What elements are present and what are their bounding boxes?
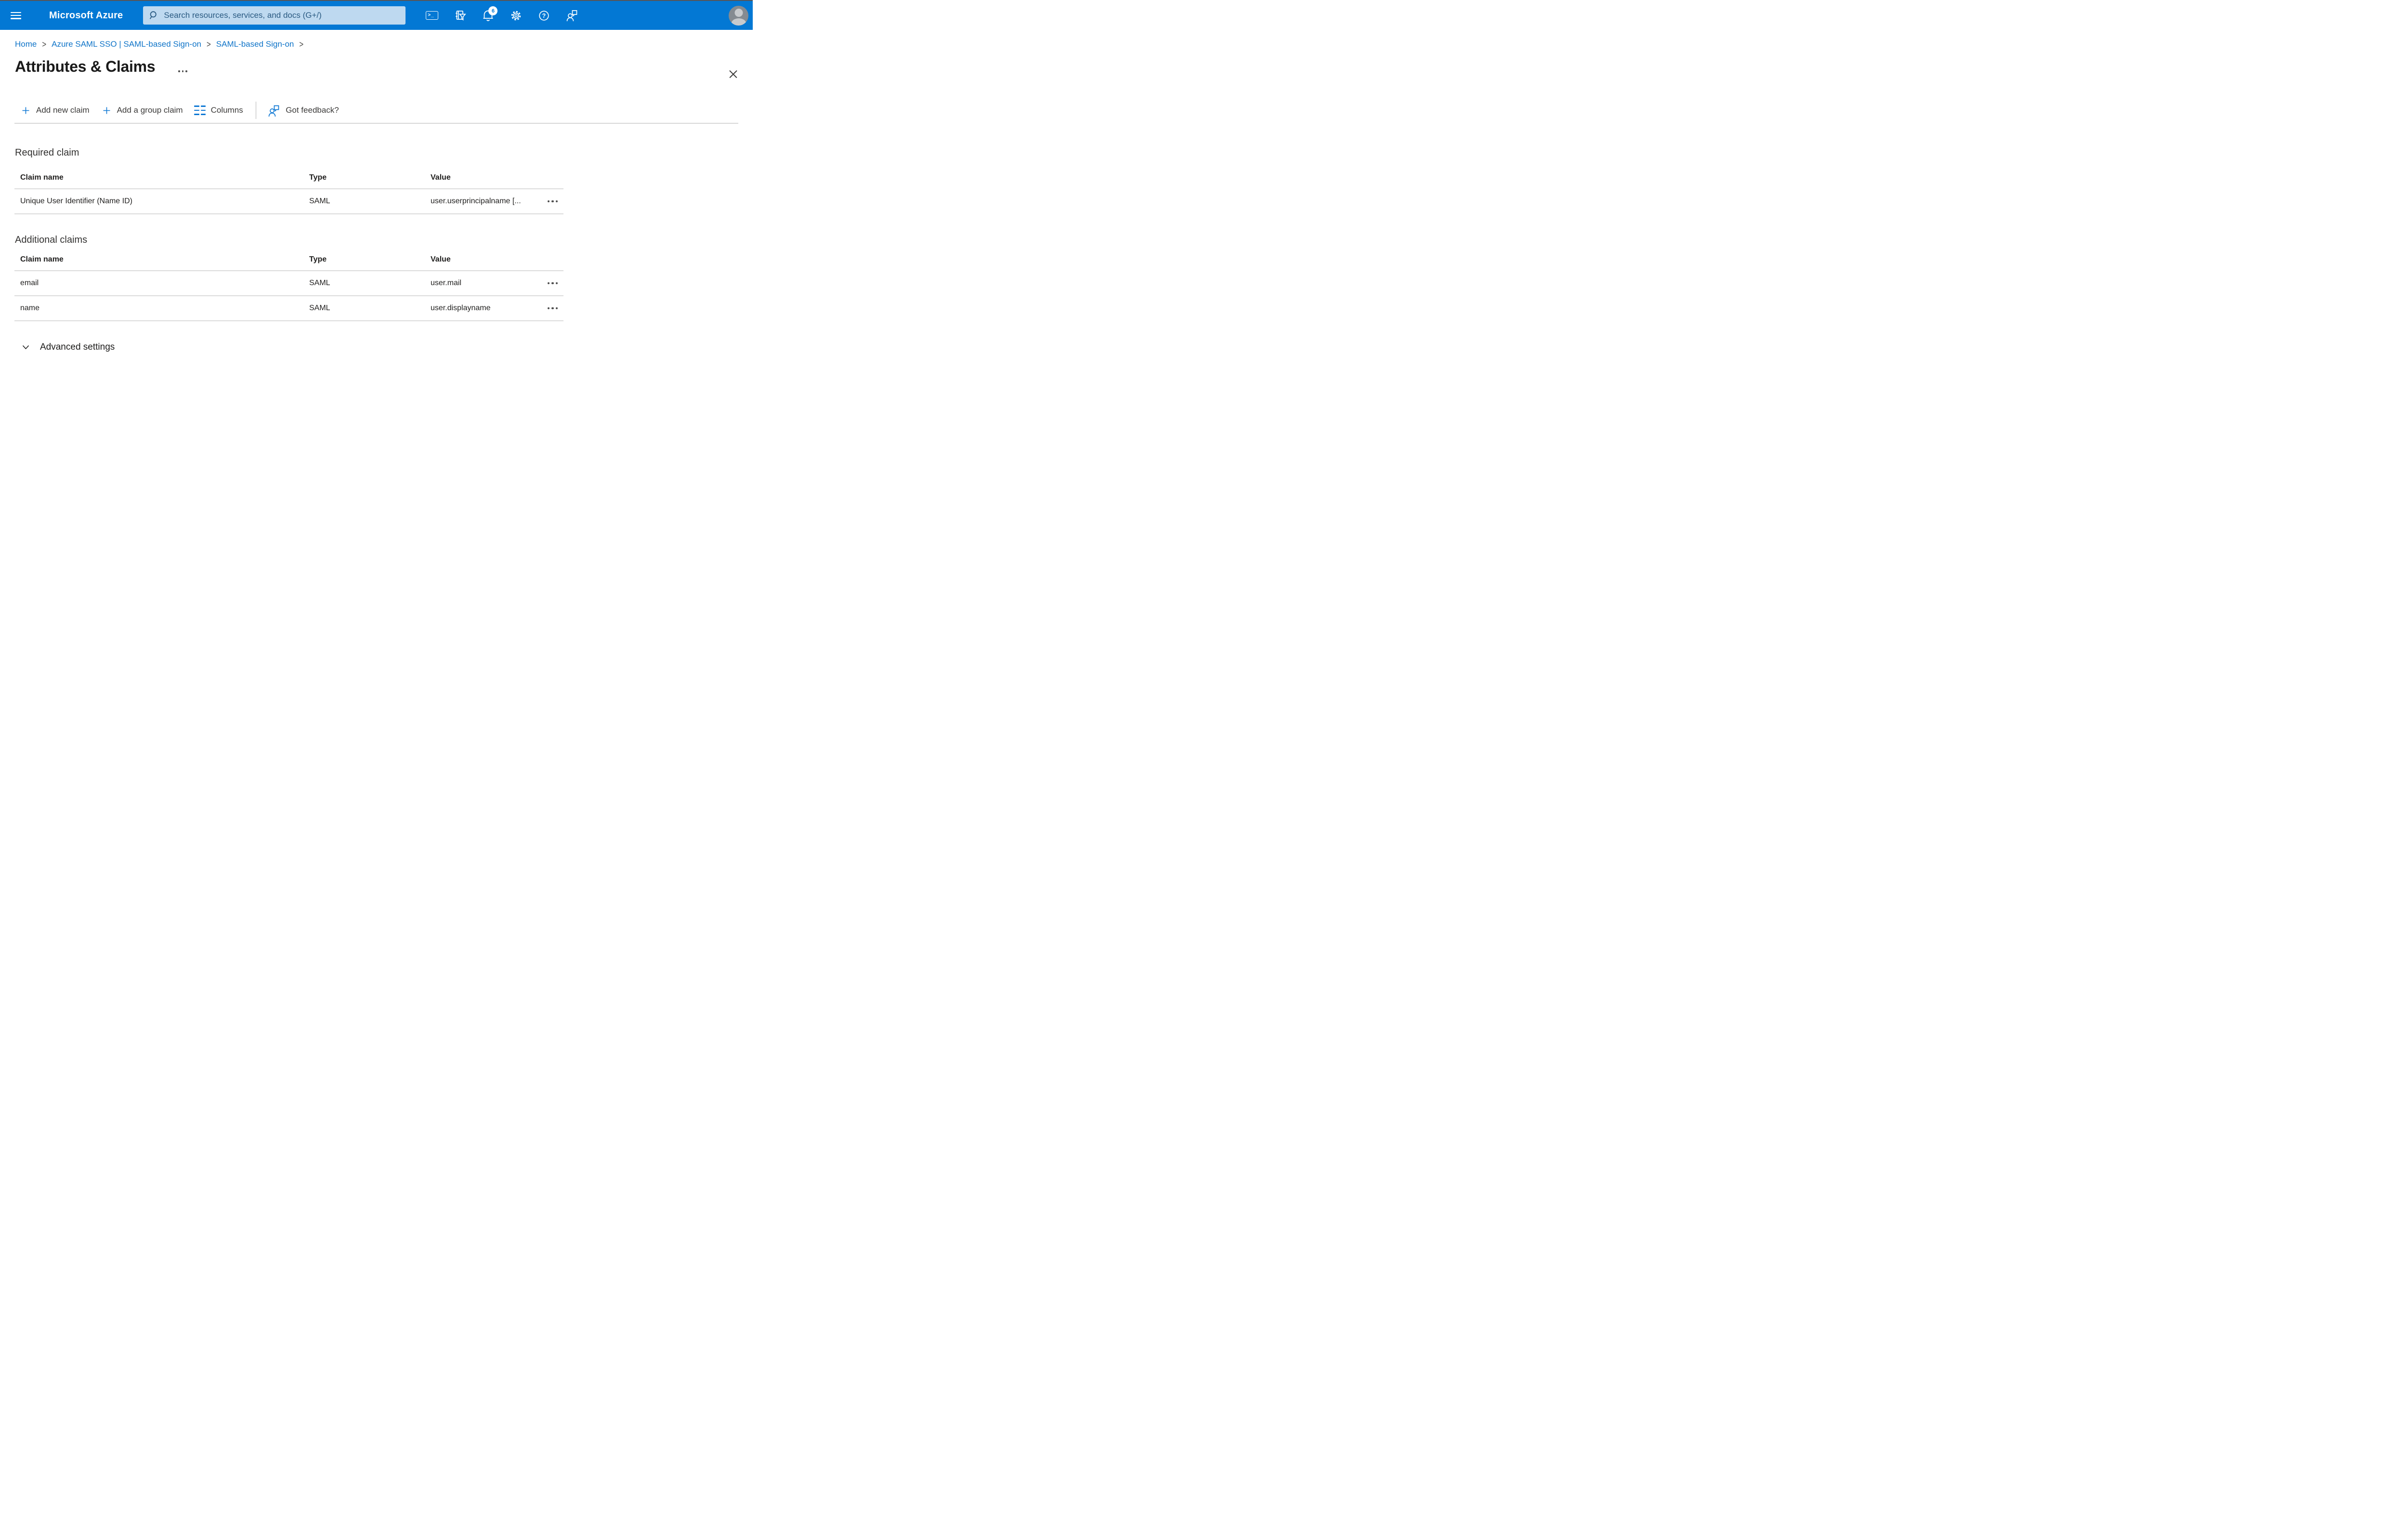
hamburger-icon	[11, 12, 21, 19]
claim-type-cell: SAML	[309, 304, 330, 312]
row-menu-button[interactable]	[545, 279, 564, 288]
table-row[interactable]: name SAML user.displayname	[14, 296, 563, 321]
feedback-person-icon	[268, 105, 279, 117]
claim-name-cell: Unique User Identifier (Name ID)	[20, 197, 132, 205]
claim-name-cell: email	[20, 279, 39, 287]
feedback-button[interactable]	[563, 5, 581, 26]
directory-filter-icon	[456, 10, 466, 21]
settings-button[interactable]	[507, 5, 525, 26]
column-header-claim-name: Claim name	[20, 173, 64, 182]
toolbar-divider-horizontal	[14, 123, 738, 124]
column-header-claim-name: Claim name	[20, 255, 64, 263]
row-menu-button[interactable]	[545, 304, 564, 313]
columns-button[interactable]: Columns	[190, 105, 250, 115]
claim-name-cell: name	[20, 304, 40, 312]
ellipsis-dot	[182, 70, 184, 72]
claim-value-cell: user.userprincipalname [...	[431, 197, 521, 205]
required-claim-heading: Required claim	[15, 147, 79, 158]
claim-value-cell: user.mail	[431, 279, 462, 287]
directory-filter-button[interactable]	[451, 5, 469, 26]
chevron-down-icon	[22, 345, 29, 350]
breadcrumb-separator-icon: >	[207, 39, 211, 50]
notification-badge: 6	[488, 6, 498, 15]
toolbar-divider-vertical	[255, 102, 257, 119]
additional-claims-table: Claim name Type Value email SAML user.ma…	[14, 249, 563, 321]
breadcrumb-separator-icon: >	[42, 39, 47, 50]
columns-icon	[194, 105, 206, 115]
breadcrumb-link-sso-app[interactable]: Azure SAML SSO | SAML-based Sign-on	[52, 39, 201, 49]
table-header-row: Claim name Type Value	[14, 249, 563, 271]
cloud-shell-button[interactable]: >_	[423, 5, 441, 26]
advanced-settings-label: Advanced settings	[40, 342, 115, 352]
close-button[interactable]	[721, 62, 733, 74]
column-header-type: Type	[309, 173, 327, 182]
additional-claims-heading: Additional claims	[15, 235, 88, 245]
notifications-button[interactable]: 6	[479, 5, 498, 26]
ellipsis-dot	[178, 70, 180, 72]
breadcrumb: Home > Azure SAML SSO | SAML-based Sign-…	[15, 39, 753, 49]
toolbar-item-label: Columns	[210, 105, 243, 115]
feedback-person-icon	[567, 10, 577, 22]
page-context-menu-button[interactable]	[176, 68, 189, 74]
page-title: Attributes & Claims	[15, 58, 156, 75]
plus-icon	[103, 107, 110, 114]
search-icon	[150, 11, 157, 19]
avatar-torso-silhouette	[731, 18, 746, 26]
breadcrumb-link-home[interactable]: Home	[15, 39, 37, 49]
claim-type-cell: SAML	[309, 197, 330, 205]
gear-icon	[511, 11, 521, 20]
table-header-row: Claim name Type Value	[14, 167, 563, 189]
cloud-shell-icon: >_	[426, 11, 439, 20]
plus-icon	[22, 107, 29, 114]
topbar-icon-group: >_ 6 ?	[423, 5, 581, 26]
claim-value-cell: user.displayname	[431, 304, 491, 312]
add-new-claim-button[interactable]: Add new claim	[14, 105, 96, 115]
toolbar-item-label: Add new claim	[36, 105, 90, 115]
column-header-value: Value	[431, 173, 451, 182]
row-menu-button[interactable]	[545, 197, 564, 206]
search-input[interactable]	[163, 10, 400, 21]
toolbar-item-label: Got feedback?	[286, 105, 339, 115]
toolbar: Add new claim Add a group claim Columns …	[14, 102, 753, 119]
breadcrumb-separator-icon: >	[299, 39, 304, 50]
table-row[interactable]: Unique User Identifier (Name ID) SAML us…	[14, 189, 563, 214]
avatar-head-silhouette	[734, 8, 743, 17]
hamburger-menu-button[interactable]	[0, 1, 32, 30]
table-row[interactable]: email SAML user.mail	[14, 271, 563, 296]
page-header: Attributes & Claims	[15, 57, 753, 77]
got-feedback-button[interactable]: Got feedback?	[262, 104, 346, 117]
claim-type-cell: SAML	[309, 279, 330, 287]
breadcrumb-link-saml-signon[interactable]: SAML-based Sign-on	[216, 39, 294, 49]
help-button[interactable]: ?	[535, 5, 553, 26]
advanced-settings-expander[interactable]: Advanced settings	[0, 341, 115, 354]
toolbar-item-label: Add a group claim	[117, 105, 183, 115]
add-group-claim-button[interactable]: Add a group claim	[96, 105, 190, 115]
required-claims-table: Claim name Type Value Unique User Identi…	[14, 167, 563, 214]
avatar[interactable]	[729, 5, 748, 26]
global-search-box[interactable]	[143, 6, 406, 25]
brand-title[interactable]: Microsoft Azure	[49, 10, 123, 21]
topbar: Microsoft Azure >_ 6	[0, 1, 753, 30]
column-header-value: Value	[431, 255, 451, 263]
help-icon: ?	[539, 10, 549, 21]
column-header-type: Type	[309, 255, 327, 263]
svg-text:?: ?	[542, 13, 546, 19]
ellipsis-dot	[185, 70, 187, 72]
